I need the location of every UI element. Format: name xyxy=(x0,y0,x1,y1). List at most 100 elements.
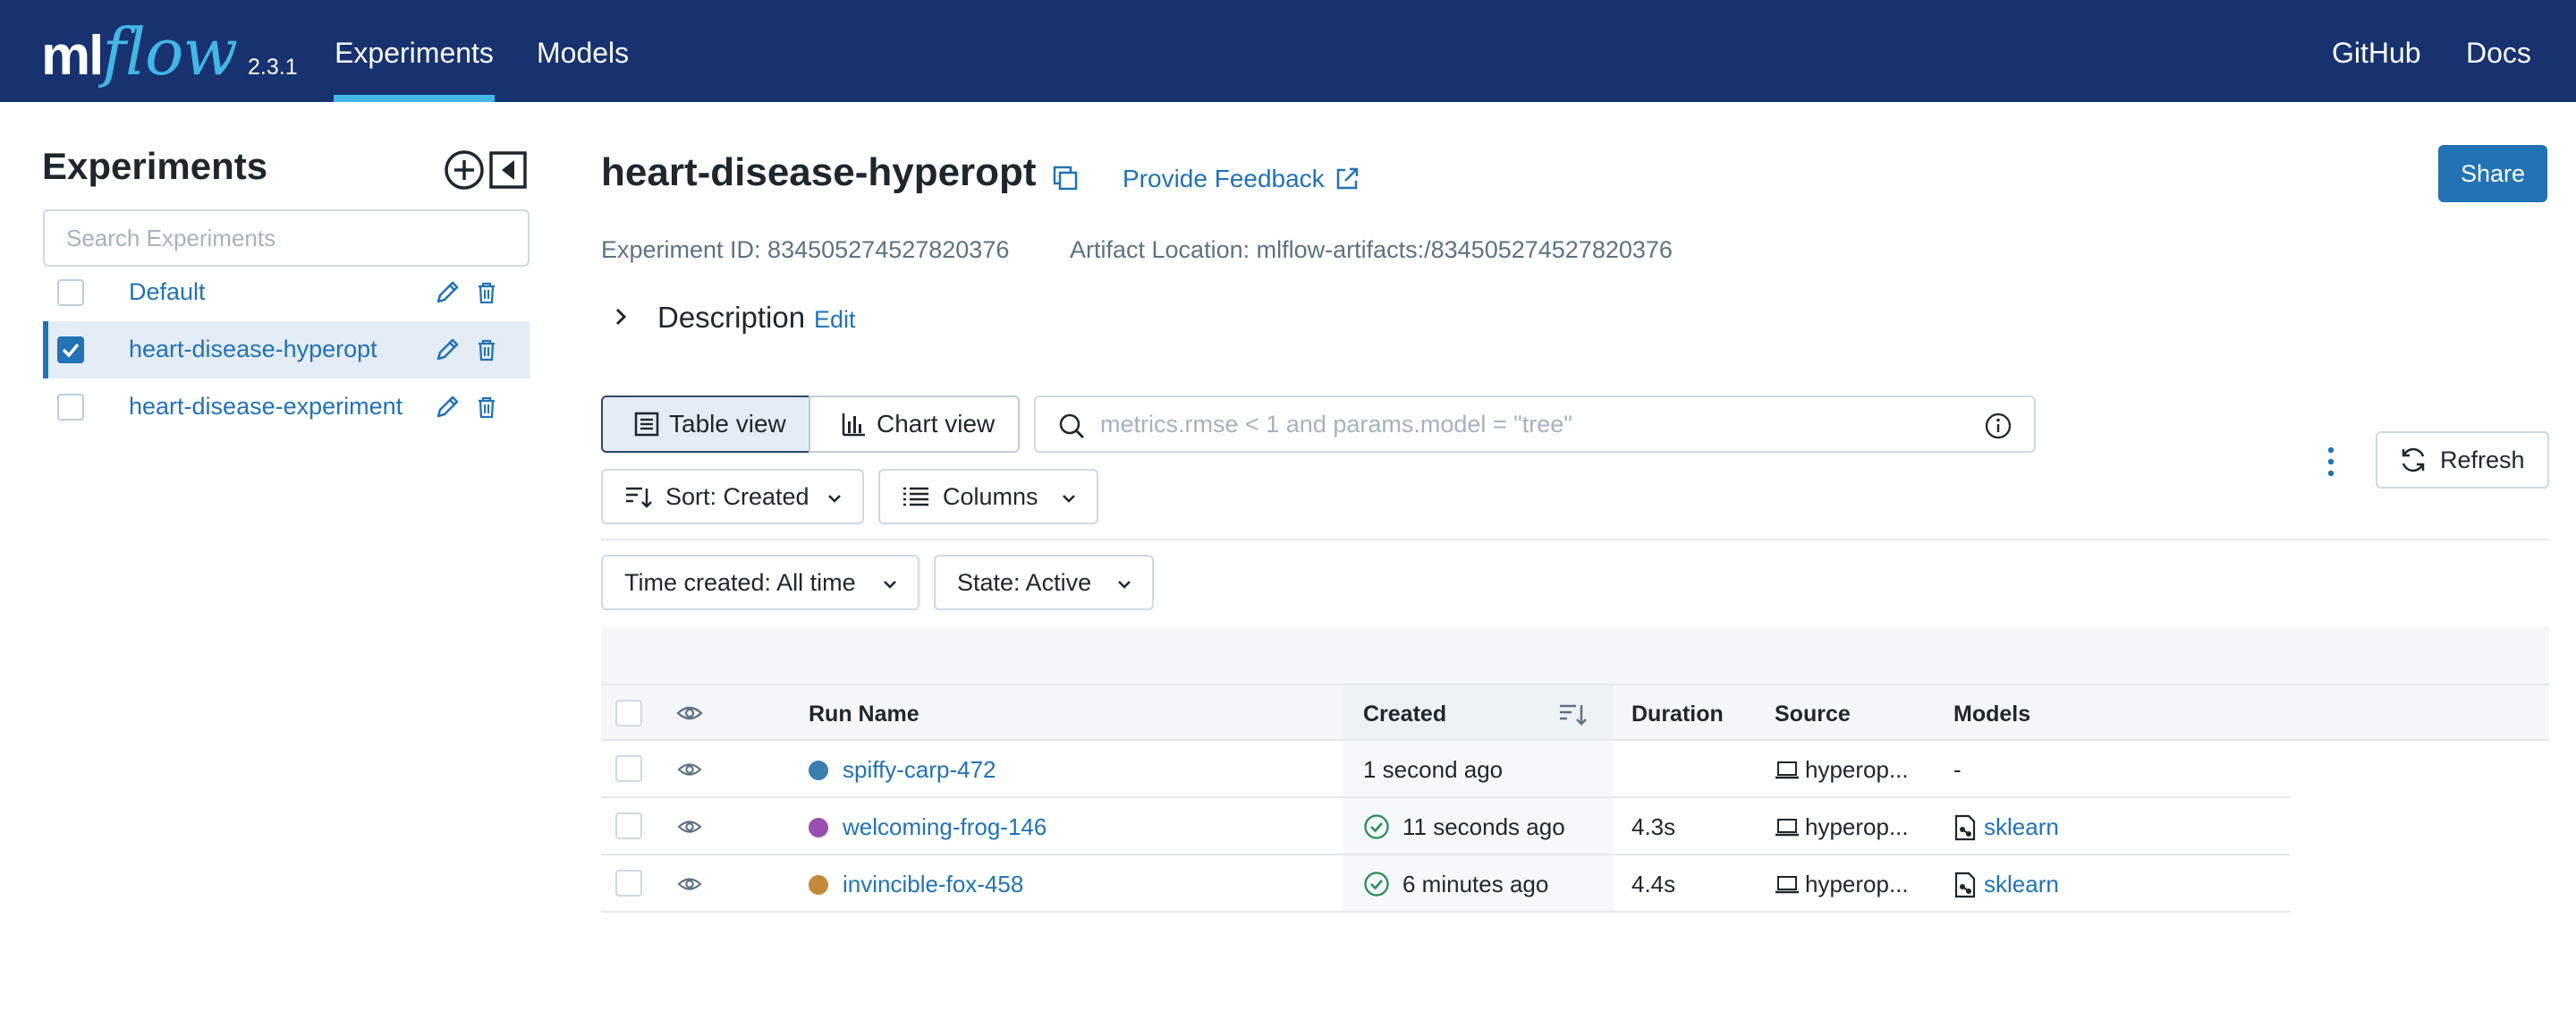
run-duration: 4.4s xyxy=(1631,871,1676,897)
logo-ml-text: ml xyxy=(41,25,104,87)
table-row[interactable]: welcoming-frog-146 11 seconds ago 4.3s h… xyxy=(601,798,2290,855)
description-label[interactable]: Description xyxy=(657,301,805,335)
run-filter-box[interactable] xyxy=(1034,395,2036,453)
columns-dropdown[interactable]: Columns xyxy=(878,469,1098,524)
table-header-row: Run Name Created Duration Source Models xyxy=(601,684,2549,741)
run-model-link[interactable]: sklearn xyxy=(1984,813,2059,841)
experiment-name[interactable]: heart-disease-hyperopt xyxy=(129,336,377,363)
trash-icon[interactable] xyxy=(474,280,499,305)
time-created-dropdown[interactable]: Time created: All time xyxy=(601,555,919,610)
model-file-icon xyxy=(1954,872,1976,898)
run-color-dot[interactable] xyxy=(809,875,828,895)
collapse-sidebar-icon[interactable] xyxy=(487,149,529,191)
row-checkbox[interactable] xyxy=(615,870,642,897)
columns-label: Columns xyxy=(943,482,1038,510)
column-header-models[interactable]: Models xyxy=(1953,702,2030,727)
pencil-icon[interactable] xyxy=(433,393,462,421)
table-view-toggle[interactable]: Table view xyxy=(601,395,810,453)
run-color-dot[interactable] xyxy=(809,761,828,780)
chart-view-label: Chart view xyxy=(877,410,996,438)
eye-icon[interactable] xyxy=(676,816,703,838)
experiment-checkbox[interactable] xyxy=(57,279,84,306)
nav-link-github[interactable]: GitHub xyxy=(2332,0,2421,102)
run-model-link[interactable]: sklearn xyxy=(1984,871,2059,898)
run-source[interactable]: hyperop... xyxy=(1805,871,1909,898)
column-header-source[interactable]: Source xyxy=(1775,702,1851,727)
column-header-run-name[interactable]: Run Name xyxy=(809,702,919,727)
experiment-list-item-selected[interactable]: heart-disease-hyperopt xyxy=(43,321,530,378)
description-edit-link[interactable]: Edit xyxy=(814,306,856,334)
run-name-link[interactable]: spiffy-carp-472 xyxy=(843,756,996,784)
experiment-id-text: Experiment ID: 834505274527820376 xyxy=(601,236,1010,263)
select-all-checkbox[interactable] xyxy=(615,700,642,727)
experiment-list-item[interactable]: heart-disease-experiment xyxy=(43,378,530,436)
eye-icon[interactable] xyxy=(676,702,703,725)
check-circle-icon xyxy=(1364,814,1389,839)
chevron-down-icon xyxy=(884,581,896,589)
run-source[interactable]: hyperop... xyxy=(1805,813,1909,841)
state-label: State: Active xyxy=(957,568,1092,596)
columns-icon xyxy=(903,487,928,506)
bar-chart-icon xyxy=(842,413,865,437)
laptop-icon xyxy=(1775,761,1799,779)
run-source[interactable]: hyperop... xyxy=(1805,756,1909,784)
nav-link-docs[interactable]: Docs xyxy=(2466,0,2531,102)
table-row[interactable]: spiffy-carp-472 1 second ago hyperop... … xyxy=(601,741,2290,798)
copy-icon[interactable] xyxy=(1051,164,1080,192)
mlflow-logo[interactable]: ml flow 2.3.1 xyxy=(41,13,298,84)
artifact-location-text: Artifact Location: mlflow-artifacts:/834… xyxy=(1070,236,1673,263)
model-file-icon xyxy=(1954,814,1976,841)
row-checkbox[interactable] xyxy=(615,812,642,839)
external-link-icon xyxy=(1336,167,1358,190)
chevron-down-icon xyxy=(1118,581,1131,589)
check-circle-icon xyxy=(1364,872,1389,897)
pencil-icon[interactable] xyxy=(433,278,462,307)
column-header-created[interactable]: Created xyxy=(1363,702,1446,727)
row-checkbox[interactable] xyxy=(615,755,642,782)
experiment-list-item[interactable]: Default xyxy=(43,264,530,321)
nav-tab-experiments[interactable]: Experiments xyxy=(334,0,495,102)
run-name-link[interactable]: invincible-fox-458 xyxy=(843,871,1023,898)
eye-icon[interactable] xyxy=(676,759,703,780)
provide-feedback-link[interactable]: Provide Feedback xyxy=(1123,165,1360,193)
refresh-icon xyxy=(2402,447,2425,472)
nav-tab-models[interactable]: Models xyxy=(537,0,629,102)
toolbar-divider xyxy=(601,539,2549,540)
sort-label: Sort: Created xyxy=(665,482,809,510)
top-nav-bar: ml flow 2.3.1 Experiments Models GitHub … xyxy=(0,0,2576,102)
share-button[interactable]: Share xyxy=(2438,145,2547,202)
state-dropdown[interactable]: State: Active xyxy=(934,555,1154,610)
search-icon xyxy=(1059,413,1084,438)
run-color-dot[interactable] xyxy=(809,818,828,838)
table-row[interactable]: invincible-fox-458 6 minutes ago 4.4s hy… xyxy=(601,855,2290,913)
refresh-label: Refresh xyxy=(2440,446,2525,473)
experiment-checkbox-checked[interactable] xyxy=(57,336,84,363)
run-name-link[interactable]: welcoming-frog-146 xyxy=(843,813,1046,841)
trash-icon[interactable] xyxy=(474,337,499,362)
chevron-right-icon[interactable] xyxy=(608,304,633,329)
refresh-button[interactable]: Refresh xyxy=(2376,431,2549,489)
run-created-time: 6 minutes ago xyxy=(1402,871,1549,897)
logo-flow-text: flow xyxy=(102,14,238,89)
checkmark-icon xyxy=(62,343,80,358)
sort-dropdown[interactable]: Sort: Created xyxy=(601,469,864,524)
experiment-name[interactable]: heart-disease-experiment xyxy=(129,393,402,421)
experiment-name[interactable]: Default xyxy=(129,278,206,306)
run-filter-input[interactable] xyxy=(1100,406,1959,442)
run-created-time: 11 seconds ago xyxy=(1402,813,1565,840)
experiment-checkbox[interactable] xyxy=(57,394,84,421)
run-duration: 4.3s xyxy=(1631,813,1676,840)
experiment-search-input[interactable] xyxy=(43,209,530,267)
laptop-icon xyxy=(1775,819,1799,837)
chevron-down-icon xyxy=(828,495,841,503)
more-options-icon[interactable] xyxy=(2322,444,2340,480)
chart-view-toggle[interactable]: Chart view xyxy=(809,395,1020,453)
trash-icon[interactable] xyxy=(474,395,499,420)
pencil-icon[interactable] xyxy=(433,336,462,364)
info-icon[interactable] xyxy=(1984,412,2012,440)
sort-descending-icon[interactable] xyxy=(1558,700,1589,728)
eye-icon[interactable] xyxy=(676,873,703,895)
table-group-header xyxy=(601,626,2549,684)
add-experiment-icon[interactable] xyxy=(444,149,485,191)
column-header-duration[interactable]: Duration xyxy=(1631,702,1724,727)
